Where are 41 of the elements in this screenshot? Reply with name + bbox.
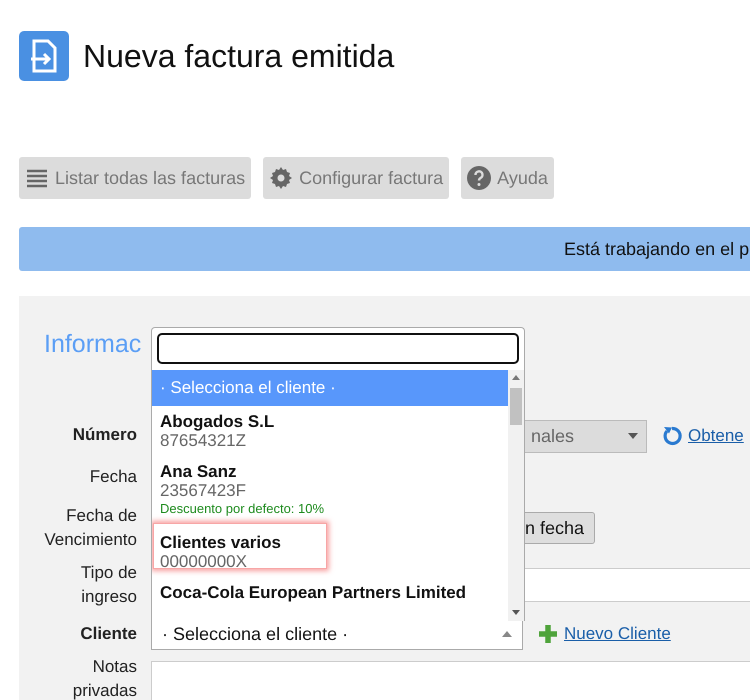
dropdown-option[interactable]: Coca-Cola European Partners Limited bbox=[152, 577, 509, 608]
page-title: Nueva factura emitida bbox=[83, 38, 394, 74]
dropdown-option[interactable]: Ana Sanz 23567423F Descuento por defecto: 10% bbox=[152, 456, 509, 523]
caret-down-icon bbox=[628, 433, 638, 439]
option-note: Descuento por defecto: 10% bbox=[160, 500, 324, 517]
plus-icon bbox=[537, 623, 559, 645]
link[interactable]: Nuevo Cliente bbox=[564, 624, 671, 644]
toolbar-button[interactable]: Ayuda bbox=[461, 157, 554, 199]
option-code: 00000000X bbox=[160, 552, 248, 571]
banner-text: Está trabajando en el p bbox=[564, 238, 750, 260]
field-label: Número bbox=[72, 424, 137, 446]
scrollbar[interactable] bbox=[508, 370, 524, 621]
option-name: Abogados S.L bbox=[160, 412, 274, 431]
help-icon bbox=[467, 166, 492, 190]
link[interactable]: Obtene bbox=[688, 426, 744, 446]
scroll-down-icon[interactable] bbox=[512, 610, 520, 615]
toolbar-button[interactable]: Configurar factura bbox=[263, 157, 450, 199]
field-label: Fecha bbox=[90, 466, 137, 488]
section-title: Informac bbox=[44, 329, 142, 359]
scroll-thumb[interactable] bbox=[510, 388, 522, 425]
option-code: 23567423F bbox=[160, 481, 248, 500]
settings-icon bbox=[269, 166, 294, 190]
toolbar-button[interactable]: Listar todas las facturas bbox=[19, 157, 252, 199]
field-label: Cliente bbox=[80, 623, 137, 645]
field-label: Tipo de ingreso bbox=[80, 562, 137, 608]
option-name: · Selecciona el cliente · bbox=[160, 378, 336, 397]
dropdown-option[interactable]: Clientes varios 00000000X bbox=[152, 523, 509, 577]
select-field[interactable]: nales bbox=[525, 420, 647, 452]
field-label: Fecha de Vencimiento bbox=[43, 505, 137, 551]
option-name: Clientes varios bbox=[160, 533, 281, 552]
field-label: Notas privadas bbox=[72, 656, 137, 700]
refresh-icon bbox=[661, 425, 683, 447]
caret-up-icon bbox=[502, 631, 512, 637]
client-select[interactable]: · Selecciona el cliente · bbox=[151, 618, 523, 650]
search-field[interactable] bbox=[157, 333, 519, 364]
date-button[interactable]: n fecha bbox=[525, 512, 596, 544]
scroll-up-icon[interactable] bbox=[512, 375, 520, 380]
dropdown-option[interactable]: Abogados S.L 87654321Z bbox=[152, 406, 509, 456]
option-name: Coca-Cola European Partners Limited bbox=[160, 583, 466, 602]
option-code: 87654321Z bbox=[160, 431, 248, 450]
option-name: Ana Sanz bbox=[160, 462, 238, 481]
